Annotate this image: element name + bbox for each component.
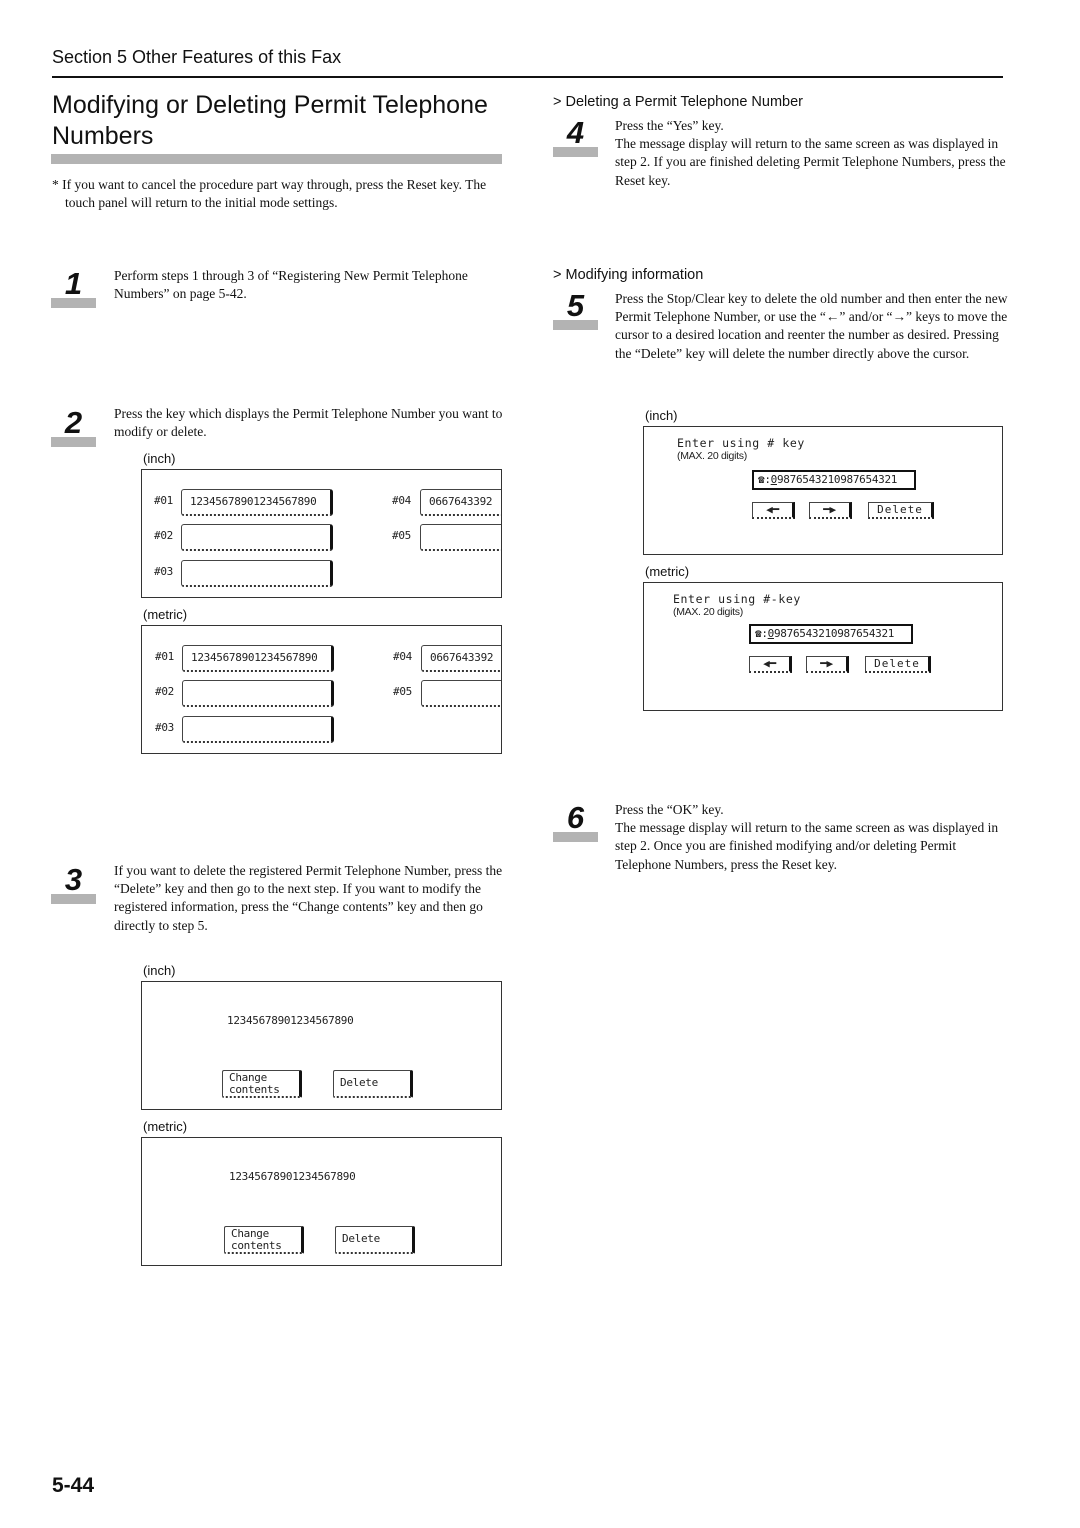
entry-prompt: Enter using #-key (673, 592, 801, 606)
permit-slot-02[interactable] (181, 524, 333, 551)
left-arrow-button[interactable]: ◀━ (749, 656, 792, 673)
slot-label: #01 (155, 650, 174, 663)
step-number-3: 3 (51, 864, 96, 904)
entry-detail-panel-metric: 12345678901234567890 Change contents Del… (141, 1137, 502, 1266)
title-underline (51, 154, 502, 164)
step-number-4: 4 (553, 117, 598, 157)
section-header: Section 5 Other Features of this Fax (52, 47, 1003, 78)
subhead-modifying: > Modifying information (553, 267, 704, 283)
slot-label: #01 (154, 494, 173, 507)
phone-icon: ☎ (755, 627, 762, 640)
delete-button[interactable]: Delete (335, 1226, 415, 1254)
step-number-6: 6 (553, 802, 598, 842)
left-arrow-icon: ◀━ (763, 657, 776, 670)
unit-label-inch: (inch) (143, 451, 176, 466)
permit-slot-03[interactable] (182, 716, 334, 743)
delete-button[interactable]: Delete (865, 656, 931, 673)
step-6-text: Press the “OK” key. The message display … (615, 802, 999, 872)
permit-slot-04[interactable]: 0667643392 (420, 489, 501, 516)
registered-number: 12345678901234567890 (227, 1014, 354, 1027)
change-contents-button[interactable]: Change contents (222, 1070, 302, 1098)
number-rest: 9876543210987654321 (773, 627, 895, 640)
step-number-1: 1 (51, 268, 96, 308)
permit-slot-05[interactable] (420, 524, 501, 551)
number-rest: 9876543210987654321 (776, 473, 898, 486)
slot-label: #04 (392, 494, 411, 507)
unit-label-metric: (metric) (143, 607, 188, 622)
page-number: 5-44 (52, 1474, 95, 1497)
max-digits-hint: (MAX. 20 digits) (677, 450, 747, 462)
step-2-text: Press the key which displays the Permit … (114, 406, 503, 440)
unit-label-metric: (metric) (645, 564, 690, 579)
phone-number-field[interactable]: ☎:09876543210987654321 (749, 624, 913, 644)
number-edit-panel-inch: Enter using # key (MAX. 20 digits) ☎:098… (643, 426, 1003, 555)
slot-label: #02 (155, 685, 174, 698)
slot-label: #05 (393, 685, 412, 698)
permit-list-panel-metric: #01 12345678901234567890 #02 #03 #04 066… (141, 625, 502, 754)
permit-slot-01[interactable]: 12345678901234567890 (181, 489, 333, 516)
right-arrow-button[interactable]: ━▶ (806, 656, 849, 673)
step-4-text: Press the “Yes” key. The message display… (615, 118, 1006, 188)
delete-button[interactable]: Delete (868, 502, 934, 519)
unit-label-metric: (metric) (143, 1119, 188, 1134)
slot-label: #03 (155, 721, 174, 734)
unit-label-inch: (inch) (645, 408, 678, 423)
unit-label-inch: (inch) (143, 963, 176, 978)
permit-slot-04[interactable]: 0667643392 (421, 645, 501, 672)
phone-number-field[interactable]: ☎:09876543210987654321 (752, 470, 916, 490)
permit-slot-01[interactable]: 12345678901234567890 (182, 645, 334, 672)
slot-label: #03 (154, 565, 173, 578)
delete-button[interactable]: Delete (333, 1070, 413, 1098)
change-contents-button[interactable]: Change contents (224, 1226, 304, 1254)
permit-slot-02[interactable] (182, 680, 334, 707)
permit-slot-05[interactable] (421, 680, 501, 707)
step-5-text: Press the Stop/Clear key to delete the o… (615, 291, 1008, 361)
slot-label: #05 (392, 529, 411, 542)
right-arrow-icon: ━▶ (823, 503, 836, 516)
registered-number: 12345678901234567890 (229, 1170, 356, 1183)
permit-list-panel-inch: #01 12345678901234567890 #02 #03 #04 066… (141, 469, 502, 598)
step-number-5: 5 (553, 290, 598, 330)
phone-icon: ☎ (758, 473, 765, 486)
entry-prompt: Enter using # key (677, 436, 805, 450)
left-arrow-button[interactable]: ◀━ (752, 502, 795, 519)
entry-detail-panel-inch: 12345678901234567890 Change contents Del… (141, 981, 502, 1110)
page-title: Modifying or Deleting Permit Telephone N… (52, 91, 488, 150)
step-number-2: 2 (51, 407, 96, 447)
right-arrow-icon: ━▶ (820, 657, 833, 670)
step-3-text: If you want to delete the registered Per… (114, 863, 503, 933)
subhead-deleting: > Deleting a Permit Telephone Number (553, 94, 803, 110)
number-edit-panel-metric: Enter using #-key (MAX. 20 digits) ☎:098… (643, 582, 1003, 711)
left-arrow-icon: ◀━ (766, 503, 779, 516)
right-arrow-button[interactable]: ━▶ (809, 502, 852, 519)
max-digits-hint: (MAX. 20 digits) (673, 606, 743, 618)
permit-slot-03[interactable] (181, 560, 333, 587)
slot-label: #02 (154, 529, 173, 542)
step-1-text: Perform steps 1 through 3 of “Registerin… (114, 268, 468, 302)
cancel-note: * If you want to cancel the procedure pa… (52, 177, 487, 210)
slot-label: #04 (393, 650, 412, 663)
